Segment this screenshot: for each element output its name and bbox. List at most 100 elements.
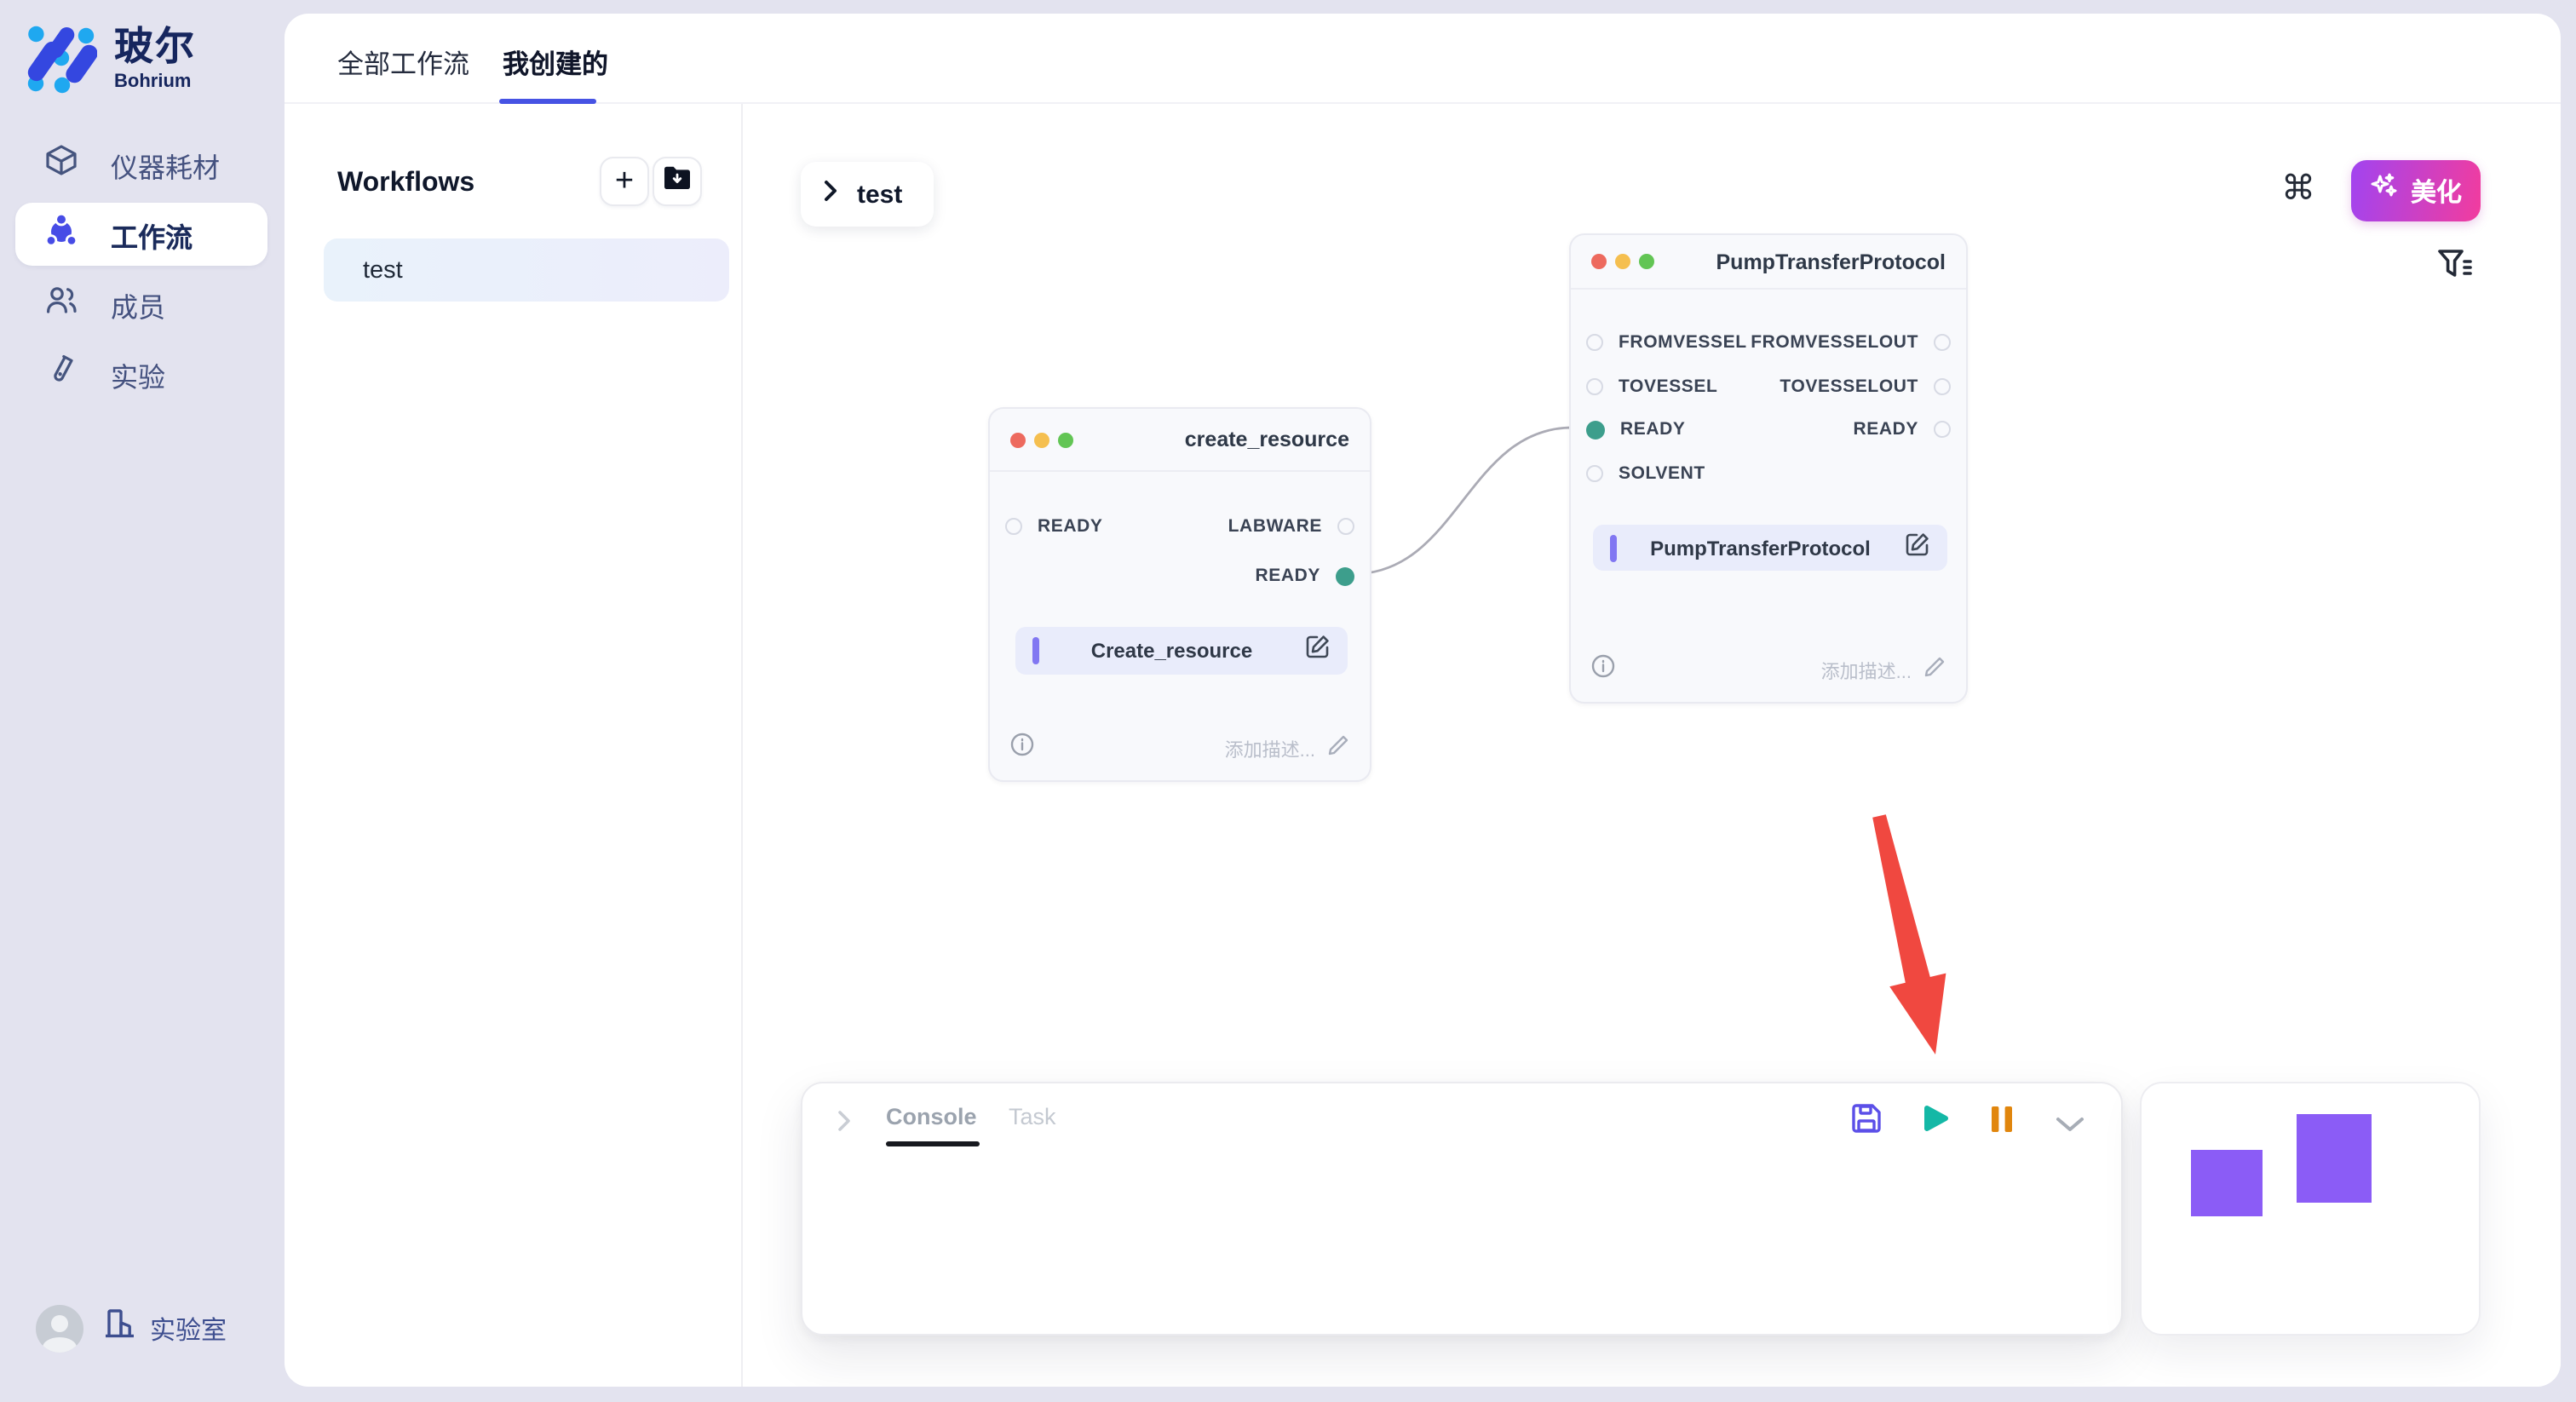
edit-icon[interactable]	[1305, 634, 1331, 668]
node-header: PumpTransferProtocol	[1571, 235, 1966, 290]
traffic-red	[1591, 254, 1607, 269]
sidebar-item-label: 实验	[111, 353, 165, 394]
add-workflow-button[interactable]: +	[600, 157, 649, 206]
command-icon[interactable]: ⌘	[2281, 167, 2315, 210]
sidebar-item-experiment[interactable]: 实验	[15, 342, 267, 405]
pencil-icon[interactable]	[1327, 733, 1349, 764]
plus-icon: +	[615, 163, 634, 200]
input-port: READY	[1586, 419, 1686, 440]
port-handle[interactable]	[1934, 378, 1951, 395]
lab-label: 实验室	[150, 1311, 227, 1347]
bohrium-logo-icon	[26, 24, 97, 104]
members-icon	[44, 283, 78, 325]
folder-download-icon	[663, 164, 692, 198]
edit-icon[interactable]	[1905, 531, 1930, 565]
sidebar-nav: 仪器耗材 工作流	[15, 133, 267, 405]
port-handle-connected[interactable]	[1336, 566, 1354, 585]
node-pill[interactable]: PumpTransferProtocol	[1593, 525, 1947, 571]
minimap-node-create-resource	[2191, 1150, 2263, 1216]
node-pill[interactable]: Create_resource	[1015, 627, 1348, 675]
port-handle[interactable]	[1586, 334, 1603, 351]
port-handle[interactable]	[1934, 421, 1951, 438]
node-create-resource[interactable]: create_resource READY LABWARE READY Crea…	[988, 407, 1371, 782]
minimap-node-pump-transfer	[2297, 1114, 2372, 1203]
panel-title: Workflows	[337, 169, 474, 199]
port-handle[interactable]	[1005, 518, 1022, 535]
console-tab[interactable]: Console	[886, 1104, 977, 1129]
avatar[interactable]	[36, 1305, 83, 1353]
brand: 玻尔 Bohrium	[26, 24, 196, 104]
traffic-lights	[1591, 254, 1654, 269]
output-port: TOVESSELOUT	[1780, 376, 1951, 397]
connection-edge	[1353, 428, 1573, 574]
pill-accent-bar	[1032, 637, 1038, 664]
sidebar-item-workflow[interactable]: 工作流	[15, 203, 267, 266]
chevron-right-icon	[823, 178, 838, 210]
box-icon	[44, 143, 78, 186]
save-icon[interactable]	[1850, 1102, 1883, 1143]
pause-icon[interactable]	[1990, 1106, 2014, 1141]
traffic-yellow	[1615, 254, 1630, 269]
building-icon	[104, 1307, 136, 1351]
sidebar-footer: 实验室	[36, 1305, 227, 1353]
minimap[interactable]	[2140, 1082, 2481, 1336]
output-port: READY	[1255, 566, 1354, 586]
filter-icon[interactable]	[2436, 247, 2474, 290]
sidebar-item-label: 仪器耗材	[111, 144, 220, 185]
traffic-yellow	[1034, 432, 1049, 447]
port-handle[interactable]	[1337, 518, 1354, 535]
traffic-green	[1639, 254, 1654, 269]
input-port: SOLVENT	[1586, 463, 1705, 484]
info-icon[interactable]	[1591, 654, 1615, 687]
lab-switcher[interactable]: 实验室	[104, 1307, 227, 1351]
input-port: TOVESSEL	[1586, 376, 1717, 397]
chevron-right-icon[interactable]	[837, 1109, 852, 1141]
description-placeholder[interactable]: 添加描述...	[1225, 735, 1315, 762]
import-workflow-button[interactable]	[653, 157, 702, 206]
pill-accent-bar	[1610, 534, 1616, 561]
console-panel: Console Task	[801, 1082, 2123, 1336]
test-tube-icon	[44, 353, 78, 395]
tabs-bar: 全部工作流 我创建的	[285, 14, 2561, 104]
pencil-icon[interactable]	[1923, 655, 1946, 686]
breadcrumb-card[interactable]: test	[801, 162, 934, 227]
task-tab[interactable]: Task	[1009, 1104, 1056, 1129]
traffic-green	[1058, 432, 1073, 447]
breadcrumb-label: test	[857, 180, 902, 209]
output-port: FROMVESSELOUT	[1751, 332, 1951, 353]
input-port: READY	[1005, 516, 1103, 537]
port-handle-connected[interactable]	[1586, 420, 1605, 439]
sidebar-item-members[interactable]: 成员	[15, 273, 267, 336]
chevron-down-icon[interactable]	[2055, 1111, 2085, 1141]
sidebar-item-instruments[interactable]: 仪器耗材	[15, 133, 267, 196]
node-pump-transfer-protocol[interactable]: PumpTransferProtocol FROMVESSEL TOVESSEL…	[1569, 233, 1968, 704]
output-port: READY	[1853, 419, 1951, 440]
info-icon[interactable]	[1010, 733, 1034, 765]
tab-my-created[interactable]: 我创建的	[503, 44, 608, 82]
annotation-arrow	[1872, 814, 1946, 1054]
brand-subtitle: Bohrium	[114, 73, 196, 92]
node-header: create_resource	[990, 409, 1370, 472]
port-handle[interactable]	[1934, 334, 1951, 351]
port-handle[interactable]	[1586, 465, 1603, 482]
beautify-button[interactable]: 美化	[2351, 160, 2481, 221]
description-placeholder[interactable]: 添加描述...	[1821, 657, 1912, 684]
node-footer: 添加描述...	[1591, 654, 1946, 687]
output-port: LABWARE	[1228, 516, 1354, 537]
node-title: PumpTransferProtocol	[1716, 250, 1946, 273]
app-window: 玻尔 Bohrium 仪器耗材	[0, 0, 2576, 1402]
workflow-canvas[interactable]: test ⌘ 美化	[743, 104, 2561, 1387]
brand-name: 玻尔	[114, 27, 196, 66]
sidebar-item-label: 工作流	[111, 214, 193, 255]
traffic-lights	[1010, 432, 1073, 447]
node-footer: 添加描述...	[1010, 733, 1349, 765]
tab-all-workflows[interactable]: 全部工作流	[337, 44, 469, 82]
workflow-icon	[44, 213, 78, 256]
workflows-panel: Workflows + test	[285, 104, 743, 1387]
workflow-name: test	[363, 256, 403, 284]
play-icon[interactable]	[1920, 1102, 1951, 1143]
workflow-list-item[interactable]: test	[324, 238, 729, 302]
traffic-red	[1010, 432, 1026, 447]
main-content: 全部工作流 我创建的 Workflows + test	[285, 14, 2561, 1387]
port-handle[interactable]	[1586, 378, 1603, 395]
